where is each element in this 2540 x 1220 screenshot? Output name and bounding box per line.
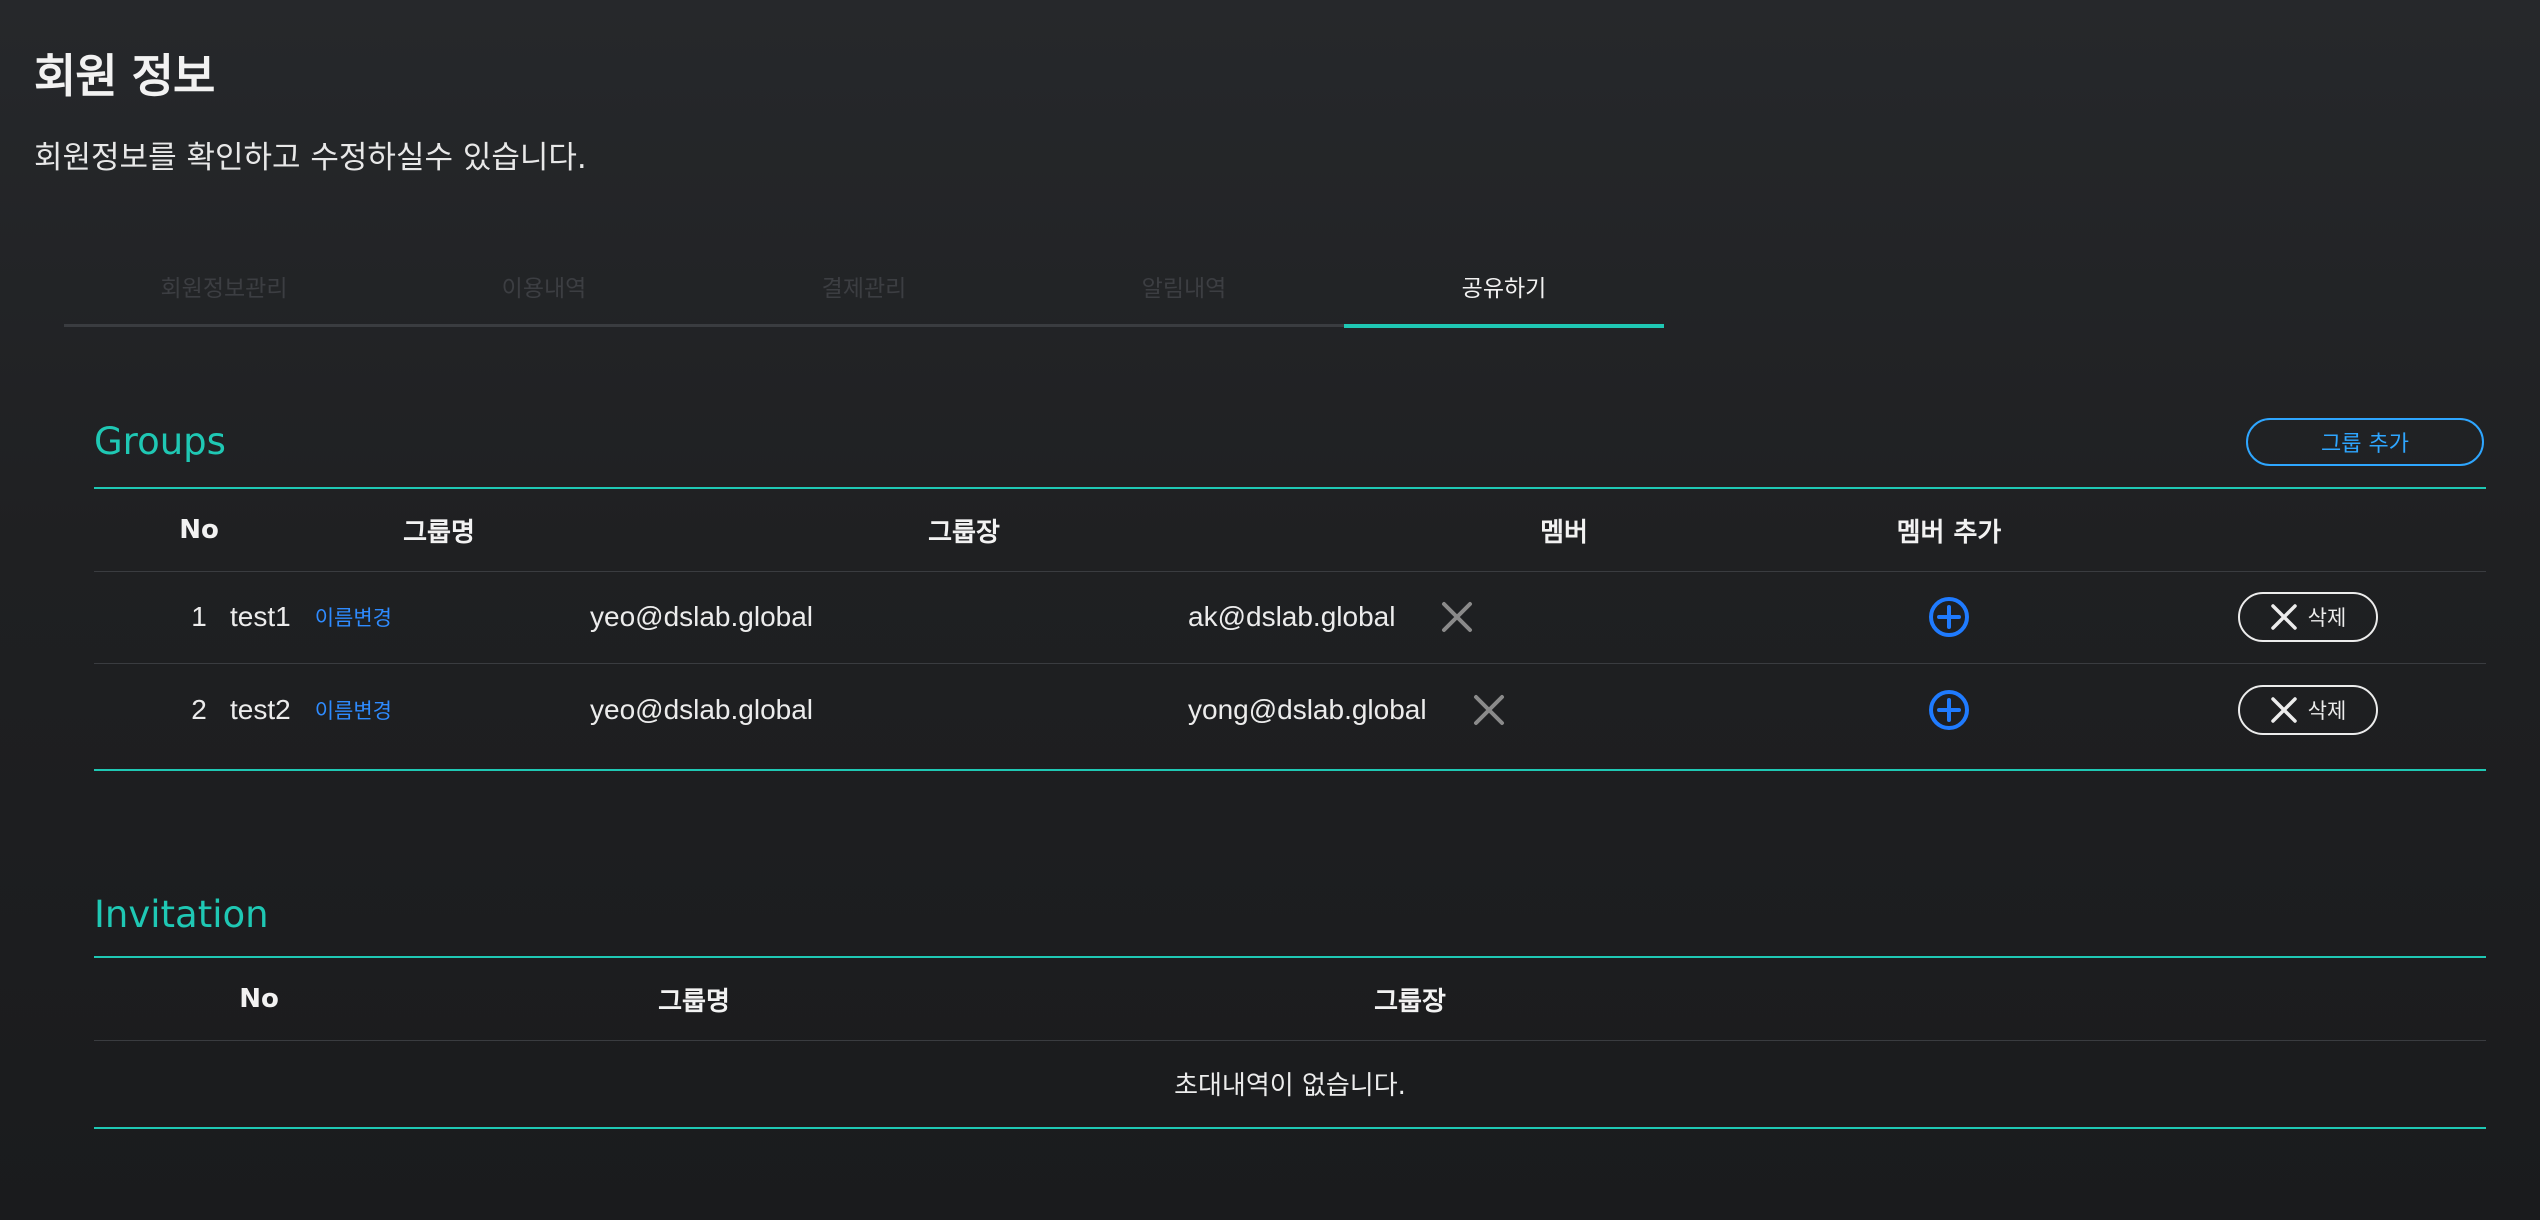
member-email: yong@dslab.global: [1188, 694, 1427, 725]
page-subtitle: 회원정보를 확인하고 수정하실수 있습니다.: [34, 140, 587, 176]
invitation-title: Invitation: [94, 893, 269, 936]
table-row: 1 test1 이름변경 yeo@dslab.global ak@dslab.g…: [94, 571, 2486, 664]
delete-close-icon: [2270, 697, 2297, 723]
table-header-row: No 그룹명 그룹장: [94, 958, 2486, 1041]
delete-cell: 삭제: [2238, 664, 2378, 756]
add-member-cell: [1901, 664, 1997, 756]
groups-title: Groups: [94, 420, 226, 463]
empty-row: 초대내역이 없습니다.: [94, 1040, 2486, 1127]
empty-message: 초대내역이 없습니다.: [1174, 1071, 1406, 1101]
rename-link[interactable]: 이름변경: [315, 695, 392, 725]
table-row: 2 test2 이름변경 yeo@dslab.global yong@dslab…: [94, 664, 2486, 756]
column-header-group-leader: 그룹장: [1374, 986, 1446, 1017]
add-member-plus-circle-icon[interactable]: [1928, 596, 1970, 638]
delete-close-icon: [2270, 604, 2297, 630]
remove-member-close-icon[interactable]: [1473, 694, 1505, 726]
member-cell: yong@dslab.global: [1188, 664, 1688, 756]
member-email: ak@dslab.global: [1188, 601, 1396, 632]
column-header-member: 멤버: [1540, 517, 1588, 548]
group-name-cell: test2 이름변경: [230, 664, 530, 756]
group-leader: yeo@dslab.global: [590, 694, 814, 725]
tab-share[interactable]: 공유하기: [1344, 248, 1664, 328]
column-header-add-member: 멤버 추가: [1896, 517, 2002, 548]
add-group-button[interactable]: 그룹 추가: [2246, 418, 2484, 466]
tab-usage-history[interactable]: 이용내역: [384, 248, 704, 324]
table-header-row: No 그룹명 그룹장 멤버 멤버 추가: [94, 489, 2486, 572]
add-member-plus-circle-icon[interactable]: [1928, 689, 1970, 731]
column-header-no: No: [239, 984, 279, 1014]
tab-payment[interactable]: 결제관리: [704, 248, 1024, 324]
add-member-cell: [1901, 571, 1997, 663]
delete-label: 삭제: [2307, 606, 2347, 630]
column-header-group-leader: 그룹장: [928, 517, 1000, 548]
tab-bar: 회원정보관리 이용내역 결제관리 알림내역 공유하기: [64, 248, 1664, 328]
tab-member-info[interactable]: 회원정보관리: [64, 248, 384, 324]
delete-cell: 삭제: [2238, 571, 2378, 663]
delete-group-button[interactable]: 삭제: [2238, 685, 2378, 735]
member-cell: ak@dslab.global: [1188, 571, 1688, 663]
column-header-group-name: 그룹명: [658, 986, 730, 1017]
column-header-group-name: 그룹명: [403, 517, 475, 548]
group-name: test1: [230, 601, 291, 632]
remove-member-close-icon[interactable]: [1441, 601, 1473, 633]
invitation-table: No 그룹명 그룹장 초대내역이 없습니다.: [94, 956, 2486, 1129]
tab-notifications[interactable]: 알림내역: [1024, 248, 1344, 324]
column-header-no: No: [179, 515, 219, 545]
delete-group-button[interactable]: 삭제: [2238, 592, 2378, 642]
delete-label: 삭제: [2307, 699, 2347, 723]
group-leader: yeo@dslab.global: [590, 601, 814, 632]
groups-table: No 그룹명 그룹장 멤버 멤버 추가 1 test1 이름변경 yeo@dsl…: [94, 487, 2486, 771]
group-name: test2: [230, 694, 291, 725]
group-name-cell: test1 이름변경: [230, 571, 530, 663]
page-title: 회원 정보: [34, 49, 215, 103]
rename-link[interactable]: 이름변경: [315, 602, 392, 632]
